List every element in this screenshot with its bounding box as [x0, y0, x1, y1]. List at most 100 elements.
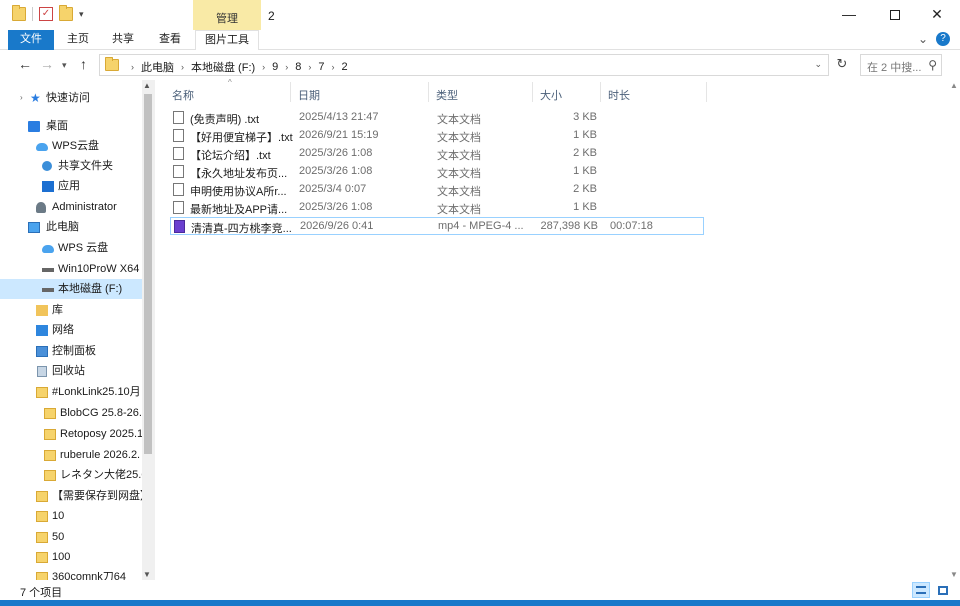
nav-item-recycle-bin[interactable]: 回收站	[0, 361, 144, 381]
scroll-down-icon[interactable]: ▼	[143, 570, 151, 579]
breadcrumb-item[interactable]: 本地磁盘 (F:)	[191, 59, 255, 75]
file-row[interactable]: 【好用便宜梯子】.txt 2026/9/21 15:19 文本文档 1 KB	[170, 127, 704, 145]
file-size: 3 KB	[573, 111, 597, 123]
recent-locations-icon[interactable]: ▾	[62, 60, 67, 71]
nav-item-folder[interactable]: 360comnk刀64	[0, 567, 144, 580]
nav-item-wps-cloud[interactable]: WPS云盘	[0, 136, 144, 156]
nav-item-folder[interactable]: Retoposy 2025.1	[0, 424, 144, 444]
nav-label: 本地磁盘 (F:)	[58, 283, 123, 295]
search-box[interactable]: 在 2 中搜... ⚲	[860, 54, 942, 76]
chevron-right-icon[interactable]: ›	[20, 88, 23, 108]
column-date[interactable]: 日期	[298, 87, 320, 103]
breadcrumb-item[interactable]: 此电脑	[141, 59, 174, 75]
scroll-down-icon[interactable]: ▼	[950, 570, 958, 579]
nav-item-network[interactable]: 网络	[0, 320, 144, 340]
nav-item-folder[interactable]: レネタン大佬25.6	[0, 465, 144, 485]
nav-item-wps-cloud-drive[interactable]: WPS 云盘	[0, 238, 144, 258]
file-row[interactable]: 【论坛介绍】.txt 2025/3/26 1:08 文本文档 2 KB	[170, 145, 704, 163]
pane-divider[interactable]	[154, 80, 155, 580]
file-row-selected[interactable]: 清清真-四方桃李竞... 2026/9/26 0:41 mp4 - MPEG-4…	[170, 217, 704, 235]
nav-item-folder[interactable]: 【需要保存到网盘】	[0, 486, 144, 506]
new-folder-icon[interactable]	[59, 5, 73, 21]
file-row[interactable]: 【永久地址发布页... 2025/3/26 1:08 文本文档 1 KB	[170, 163, 704, 181]
nav-item-folder[interactable]: 50	[0, 527, 144, 547]
scroll-thumb[interactable]	[144, 94, 152, 454]
maximize-button[interactable]	[872, 0, 918, 30]
chevron-right-icon[interactable]: ›	[332, 62, 335, 72]
video-file-icon	[174, 220, 185, 233]
nav-item-folder[interactable]: BlobCG 25.8-26.	[0, 403, 144, 423]
forward-arrow-icon[interactable]: →	[40, 56, 54, 72]
nav-item-folder[interactable]: 100	[0, 547, 144, 567]
nav-item-system-drive[interactable]: Win10ProW X64	[0, 259, 144, 279]
column-name[interactable]: 名称	[172, 87, 194, 103]
breadcrumb-item[interactable]: 7	[318, 61, 324, 73]
column-duration[interactable]: 时长	[608, 87, 630, 103]
column-divider[interactable]	[532, 82, 533, 102]
nav-item-libraries[interactable]: 库	[0, 300, 144, 320]
file-list-scrollbar[interactable]: ▲ ▼	[948, 80, 960, 580]
column-divider[interactable]	[428, 82, 429, 102]
breadcrumb-item[interactable]: 9	[272, 61, 278, 73]
column-divider[interactable]	[290, 82, 291, 102]
tab-file[interactable]: 文件	[8, 30, 54, 50]
customize-toolbar-icon[interactable]: ▾	[79, 9, 84, 20]
nav-item-administrator[interactable]: Administrator	[0, 197, 144, 217]
tab-share[interactable]: 共享	[107, 30, 139, 50]
nav-item-shared-folder[interactable]: 共享文件夹	[0, 156, 144, 176]
nav-item-folder[interactable]: #LonkLink25.10月	[0, 382, 144, 402]
scroll-up-icon[interactable]: ▲	[950, 81, 958, 90]
nav-label: レネタン大佬25.6	[60, 469, 142, 481]
details-view-button[interactable]	[912, 582, 930, 598]
help-icon[interactable]: ?	[936, 32, 950, 46]
up-arrow-icon[interactable]: ↑	[80, 56, 87, 72]
nav-item-control-panel[interactable]: 控制面板	[0, 341, 144, 361]
minimize-button[interactable]: —	[826, 0, 872, 30]
file-date: 2025/3/4 0:07	[299, 183, 367, 195]
nav-item-folder[interactable]: ruberule 2026.2.	[0, 445, 144, 465]
large-icons-view-button[interactable]	[934, 582, 952, 598]
back-arrow-icon[interactable]: ←	[18, 56, 32, 72]
nav-pane-scrollbar[interactable]: ▲ ▼	[142, 80, 154, 580]
tab-home[interactable]: 主页	[62, 30, 94, 50]
tab-view[interactable]: 查看	[154, 30, 186, 50]
file-row[interactable]: 申明使用协议A所r... 2025/3/4 0:07 文本文档 2 KB	[170, 181, 704, 199]
status-bar: 7 个项目	[0, 580, 960, 600]
nav-item-desktop[interactable]: 桌面	[0, 116, 144, 136]
chevron-right-icon[interactable]: ›	[285, 62, 288, 72]
properties-icon[interactable]: ✓	[39, 7, 53, 21]
nav-item-local-disk-f[interactable]: 本地磁盘 (F:)	[0, 279, 144, 299]
nav-item-quick-access[interactable]: › ★ 快速访问	[0, 88, 144, 108]
nav-item-apps[interactable]: 应用	[0, 176, 144, 196]
refresh-icon[interactable]: ↻	[830, 56, 854, 78]
address-bar[interactable]: › 此电脑 › 本地磁盘 (F:) › 9 › 8 › 7 › 2 ⌄	[99, 54, 829, 76]
expand-ribbon-icon[interactable]: ⌄	[918, 32, 928, 46]
cloud-icon	[42, 245, 54, 253]
column-size[interactable]: 大小	[540, 87, 562, 103]
recycle-bin-icon	[37, 366, 47, 377]
file-type: 文本文档	[437, 132, 481, 144]
nav-label: 桌面	[46, 120, 68, 132]
chevron-right-icon[interactable]: ›	[262, 62, 265, 72]
chevron-right-icon[interactable]: ›	[308, 62, 311, 72]
close-button[interactable]: ✕	[914, 0, 960, 30]
breadcrumb-item[interactable]: 2	[342, 61, 348, 73]
file-row[interactable]: (免责声明) .txt 2025/4/13 21:47 文本文档 3 KB	[170, 109, 704, 127]
column-divider[interactable]	[706, 82, 707, 102]
file-type: 文本文档	[437, 204, 481, 216]
manage-context-tab[interactable]: 管理	[193, 0, 261, 30]
star-icon: ★	[30, 91, 41, 105]
nav-label: 360comnk刀64	[52, 571, 126, 580]
column-type[interactable]: 类型	[436, 87, 458, 103]
nav-item-this-pc[interactable]: 此电脑	[0, 217, 144, 237]
chevron-right-icon[interactable]: ›	[181, 62, 184, 72]
nav-item-folder[interactable]: 10	[0, 506, 144, 526]
column-divider[interactable]	[600, 82, 601, 102]
chevron-right-icon: ›	[131, 62, 134, 72]
chevron-down-icon[interactable]: ⌄	[814, 59, 822, 70]
folder-icon	[36, 387, 48, 398]
tab-picture-tools[interactable]: 图片工具	[195, 30, 259, 51]
scroll-up-icon[interactable]: ▲	[143, 81, 151, 90]
file-row[interactable]: 最新地址及APP请... 2025/3/26 1:08 文本文档 1 KB	[170, 199, 704, 217]
breadcrumb-item[interactable]: 8	[295, 61, 301, 73]
